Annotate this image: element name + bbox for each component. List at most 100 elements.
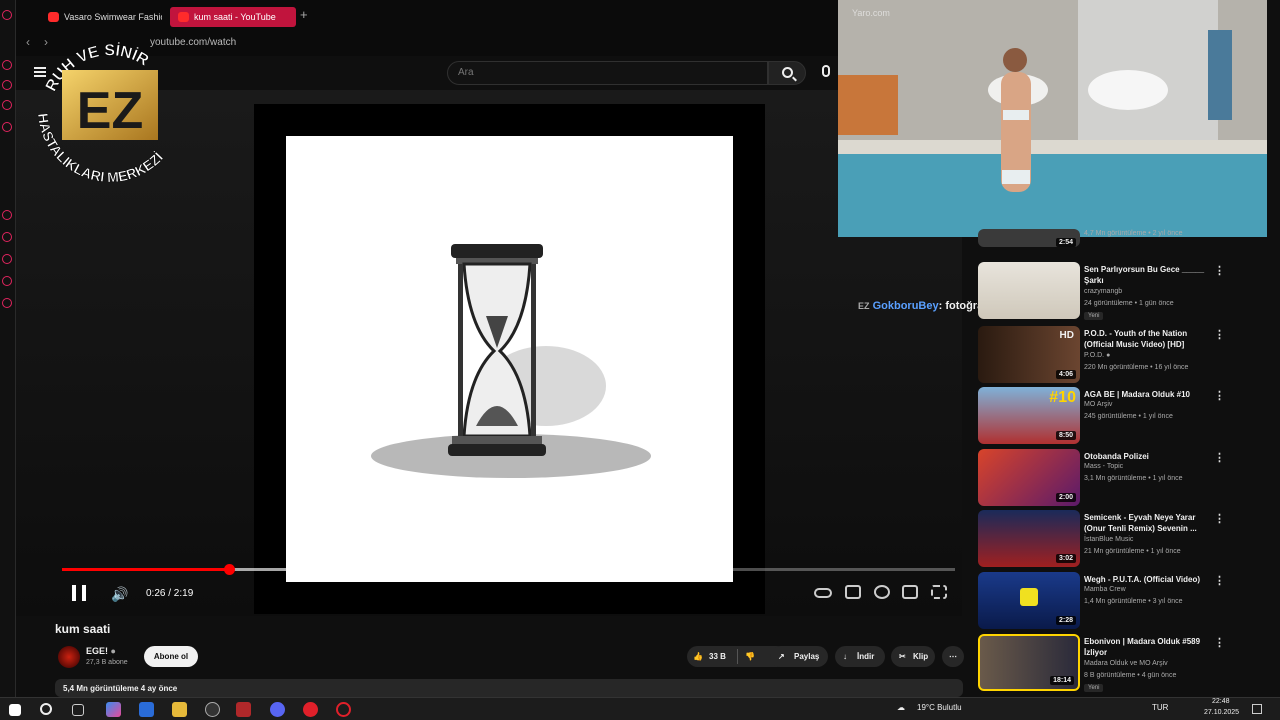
duration-badge: 3:02 [1055,554,1076,563]
thumbnail[interactable] [978,262,1080,319]
channel-name[interactable]: Madara Olduk ve MO Arşiv [1084,660,1168,667]
channel-name[interactable]: crazymangb [1084,288,1122,295]
app-icon[interactable] [205,702,220,717]
sidebar-icon[interactable] [2,122,12,132]
download-button[interactable]: ↓ İndir [835,646,885,667]
subscribe-button[interactable]: Abone ol [144,646,198,667]
thumbnail[interactable]: 3:02 [978,510,1080,567]
weather-text[interactable]: 19°C Bulutlu [917,703,962,712]
pause-button[interactable] [72,585,86,601]
thumbnail[interactable]: HD 4:06 [978,326,1080,383]
tab-swimwear[interactable]: Vasaro Swimwear Fashion [40,7,162,27]
volume-icon[interactable]: 🔊 [111,586,128,603]
edge-icon[interactable] [139,702,154,717]
discord-icon[interactable] [270,702,285,717]
tab-label: Vasaro Swimwear Fashion [64,12,162,22]
duration-badge: 8:50 [1055,431,1076,440]
windows-start-icon[interactable] [9,704,21,716]
search-icon[interactable] [40,703,52,715]
video-title[interactable]: Ebonivon | Madara Olduk #589 İzliyor [1084,636,1212,658]
clock-time[interactable]: 22:48 [1212,698,1230,705]
folder-icon[interactable] [172,702,187,717]
clock-date[interactable]: 27.10.2025 [1204,709,1239,716]
list-item[interactable]: 2:54 4,7 Mn görüntüleme • 2 yıl önce [978,229,1266,253]
miniplayer-icon[interactable] [902,585,918,599]
video-title[interactable]: Otobanda Polizei [1084,451,1212,462]
app-icon[interactable] [236,702,251,717]
list-item[interactable]: 3:02 Semicenk - Eyvah Neye Yarar (Onur T… [978,510,1266,570]
video-title[interactable]: Semicenk - Eyvah Neye Yarar (Onur Tenli … [1084,512,1212,534]
list-item[interactable]: #10 8:50 AGA BE | Madara Olduk #10 MO Ar… [978,387,1266,447]
subtitles-icon[interactable] [845,585,861,599]
video-frame[interactable] [254,104,765,614]
opera-icon[interactable] [303,702,318,717]
dislike-icon[interactable]: 👎 [745,646,755,667]
search-button[interactable] [768,61,806,85]
language-indicator[interactable]: TUR [1152,703,1168,712]
youtube-icon [48,12,59,22]
sidebar-icon[interactable] [2,298,12,308]
progress-bar[interactable] [62,564,955,575]
thumbnail[interactable]: #10 8:50 [978,387,1080,444]
thumbnail[interactable]: 18:14 [978,634,1080,691]
search-input[interactable] [448,62,748,83]
notification-icon[interactable] [1252,704,1262,714]
video-title[interactable]: P.O.D. - Youth of the Nation (Official M… [1084,328,1212,350]
clip-button[interactable]: ✂ Klip [891,646,935,667]
new-tab-button[interactable]: + [300,7,308,22]
sidebar-icon[interactable] [2,60,12,70]
more-actions-button[interactable]: ⋯ [942,646,964,667]
sidebar-icon[interactable] [2,276,12,286]
more-vert-icon[interactable]: ⋮ [1214,328,1225,341]
more-vert-icon[interactable]: ⋮ [1214,264,1225,277]
autoplay-toggle[interactable] [814,588,832,598]
floating-video[interactable]: Yaro.com [838,0,1267,237]
played-bar [62,568,229,571]
channel-name[interactable]: MO Arşiv [1084,401,1112,408]
fullscreen-icon[interactable] [931,585,947,599]
list-item[interactable]: 2:28 Wegh - P.U.T.A. (Official Video) Ma… [978,572,1266,632]
more-vert-icon[interactable]: ⋮ [1214,389,1225,402]
sidebar-icon[interactable] [2,100,12,110]
channel-name[interactable]: P.O.D. ● [1084,352,1110,359]
opera-gx-icon[interactable] [336,702,351,717]
video-title[interactable]: AGA BE | Madara Olduk #10 [1084,389,1212,400]
video-meta: 245 görüntüleme • 1 yıl önce [1084,413,1173,420]
channel-avatar[interactable] [58,646,80,668]
share-button[interactable]: ↗ Paylaş [770,646,828,667]
tab-kum-saati[interactable]: kum saati - YouTube [170,7,296,27]
description-box[interactable]: 5,4 Mn görüntüleme 4 ay önce [55,679,963,697]
more-vert-icon[interactable]: ⋮ [1214,451,1225,464]
divider [737,649,738,664]
list-item[interactable]: 18:14 Ebonivon | Madara Olduk #589 İzliy… [978,634,1266,694]
video-meta: 3,1 Mn görüntüleme • 1 yıl önce [1084,475,1183,482]
mic-icon[interactable] [822,65,830,77]
video-title[interactable]: Wegh - P.U.T.A. (Official Video) [1084,574,1212,585]
list-item[interactable]: HD 4:06 P.O.D. - Youth of the Nation (Of… [978,326,1266,386]
sidebar-icon[interactable] [2,254,12,264]
like-icon[interactable]: 👍 [693,646,703,667]
like-count[interactable]: 33 B [709,646,726,667]
more-vert-icon[interactable]: ⋮ [1214,636,1225,649]
sidebar-icon[interactable] [2,232,12,242]
copilot-icon[interactable] [106,702,121,717]
thumbnail[interactable]: 2:54 [978,229,1080,247]
channel-name[interactable]: Mamba Crew [1084,586,1126,593]
more-vert-icon[interactable]: ⋮ [1214,574,1225,587]
weather-icon[interactable]: ☁ [897,703,905,712]
channel-name[interactable]: İstanBlue Music [1084,536,1133,543]
channel-name[interactable]: EGE! ● [86,646,116,656]
list-item[interactable]: Sen Parlıyorsun Bu Gece _____ Şarkı craz… [978,262,1266,322]
task-view-icon[interactable] [72,704,84,716]
thumbnail[interactable]: 2:00 [978,449,1080,506]
sidebar-icon[interactable] [2,80,12,90]
channel-name[interactable]: Mass - Topic [1084,463,1123,470]
scrubber-handle[interactable] [223,564,235,575]
sidebar-icon[interactable] [2,10,12,20]
list-item[interactable]: 2:00 Otobanda Polizei Mass - Topic 3,1 M… [978,449,1266,509]
settings-icon[interactable] [874,585,890,599]
sidebar-icon[interactable] [2,210,12,220]
more-vert-icon[interactable]: ⋮ [1214,512,1225,525]
video-title[interactable]: Sen Parlıyorsun Bu Gece _____ Şarkı [1084,264,1212,286]
thumbnail[interactable]: 2:28 [978,572,1080,629]
